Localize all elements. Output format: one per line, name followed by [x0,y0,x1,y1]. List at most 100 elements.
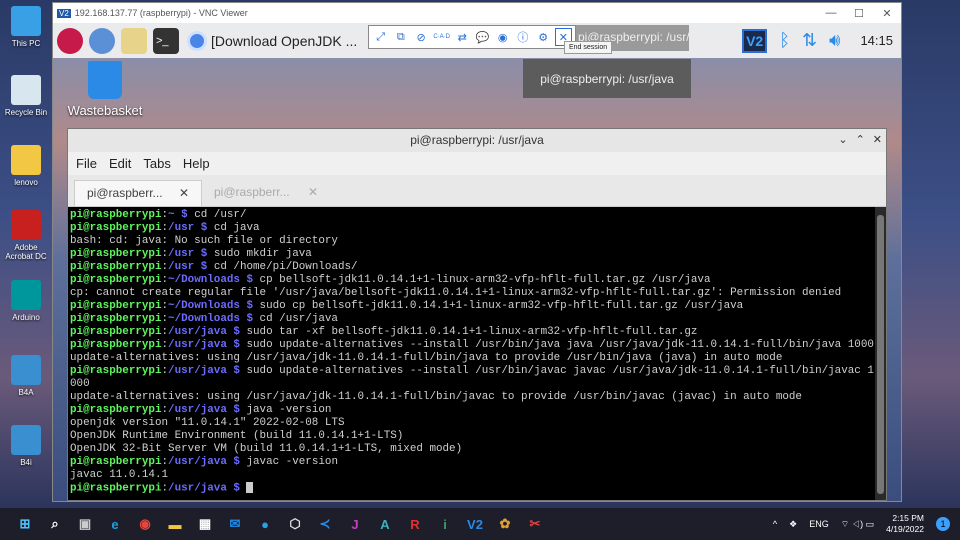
scrollbar-thumb[interactable] [877,215,884,494]
vnc-toolbar: ⤢ ⧉ ⊘ C·A·D ⇄ 💬 ◉ ⓘ ⚙ ✕ [368,25,576,49]
terminal-maximize-button[interactable]: ⌃ [856,129,865,152]
clock[interactable]: 2:15 PM 4/19/2022 [886,513,924,535]
terminal-launcher-icon[interactable]: >_ [153,27,179,54]
taskbar-chromium-window[interactable]: [Download OpenJDK ... [187,30,357,51]
taskbar-task-view-icon[interactable]: ▣ [72,511,98,537]
wastebasket-icon [88,61,122,99]
vnc-server-icon[interactable]: V2 [742,28,768,53]
terminal-line: pi@raspberrypi:/usr $ cd /home/pi/Downlo… [70,261,873,274]
taskbar-store-icon[interactable]: ▦ [192,511,218,537]
prompt-user: pi@raspberrypi [70,300,162,312]
prompt-dollar: $ [194,261,214,273]
taskbar-file-explorer-icon[interactable]: ▬ [162,511,188,537]
desktop-icon-label: Adobe Acrobat DC [5,243,47,261]
maximize-button[interactable]: ☐ [845,7,873,20]
desktop-icon[interactable]: Adobe Acrobat DC [0,210,52,261]
taskbar-search-icon[interactable]: ⌕ [42,511,68,537]
show-hidden-icons-button[interactable]: ^ [773,519,777,529]
volume-icon[interactable]: 🔊︎ [829,30,840,51]
terminal-scrollbar[interactable] [875,207,886,500]
network-volume-battery-icons[interactable]: ⌔ ◁) ▭ [841,519,874,530]
language-indicator[interactable]: ENG [809,519,829,529]
terminal-line: pi@raspberrypi:/usr/java $ sudo tar -xf … [70,326,873,339]
terminal-output[interactable]: pi@raspberrypi:~ $ cd /usr/pi@raspberryp… [68,207,875,500]
notification-badge[interactable]: 1 [936,517,950,531]
close-button[interactable]: ✕ [873,7,901,20]
chat-icon[interactable]: 💬 [474,28,491,46]
taskbar-start-icon[interactable]: ⊞ [12,511,38,537]
settings-icon[interactable]: ⚙ [535,28,552,46]
desktop-icon[interactable]: B4A [0,355,52,397]
fullscreen-icon[interactable]: ⤢ [372,28,389,46]
raspberry-menu-icon[interactable] [57,27,83,54]
desktop-icon[interactable]: B4i [0,425,52,467]
minimize-button[interactable]: — [817,7,845,20]
prompt-path: /usr/java [168,404,227,416]
terminal-line: openjdk version "11.0.14.1" 2022-02-08 L… [70,417,345,429]
cursor [246,482,254,493]
ctrl-alt-del-icon[interactable]: C·A·D [433,28,451,46]
taskbar-app-r-icon[interactable]: R [402,511,428,537]
system-tray: ^ ❖ ENG ⌔ ◁) ▭ 2:15 PM 4/19/2022 1 [773,513,960,535]
menu-edit[interactable]: Edit [109,156,131,171]
prompt-path: /usr/java [168,339,227,351]
terminal-tab-1[interactable]: pi@raspberr... ✕ [74,180,202,206]
prompt-path: /usr/java [168,365,227,377]
terminal-tab-2[interactable]: pi@raspberr... ✕ [202,180,330,206]
web-browser-icon[interactable] [89,27,115,54]
dropbox-icon[interactable]: ❖ [789,519,797,530]
terminal-line: pi@raspberrypi:/usr $ sudo mkdir java [70,248,873,261]
taskbar-app-j-icon[interactable]: J [342,511,368,537]
terminal-line: update-alternatives: using /usr/java/jdk… [70,391,802,403]
taskbar-chrome-icon[interactable]: ◉ [132,511,158,537]
prompt-user: pi@raspberrypi [70,482,162,495]
command: cd /usr/ [194,209,247,221]
taskbar-edge-icon[interactable]: e [102,511,128,537]
taskbar-paint-icon[interactable]: ✿ [492,511,518,537]
desktop-icon[interactable]: lenovo [0,145,52,187]
taskbar-app-cube-icon[interactable]: ⬡ [282,511,308,537]
taskbar-vscode-icon[interactable]: ≺ [312,511,338,537]
prompt-dollar: $ [226,365,247,377]
taskbar-app-blue-icon[interactable]: ● [252,511,278,537]
lenovo-icon [11,145,41,175]
prompt-user: pi@raspberrypi [70,248,162,260]
wastebasket-desktop-icon[interactable]: Wastebasket [65,61,145,118]
command: cd java [213,222,260,234]
file-manager-icon[interactable] [121,27,147,54]
mute-icon[interactable]: ⊘ [412,28,429,46]
bluetooth-icon[interactable]: ᛒ [779,30,790,51]
terminal-close-button[interactable]: ✕ [873,129,882,152]
tab-close-icon[interactable]: ✕ [179,186,189,201]
prompt-user: pi@raspberrypi [70,261,162,273]
menu-file[interactable]: File [76,156,97,171]
menu-tabs[interactable]: Tabs [143,156,170,171]
info-icon[interactable]: ⓘ [514,28,531,46]
command: sudo update-alternatives --install /usr/… [246,365,874,377]
desktop-icon[interactable]: This PC [0,6,52,48]
desktop-icon[interactable]: Arduino [0,280,52,322]
prompt-path: /usr [168,248,195,260]
pi-tray: V2 ᛒ ⇅ 🔊︎ 14:15 [742,23,893,58]
terminal-line: OpenJDK Runtime Environment (build 11.0.… [70,430,404,442]
vnc-viewer-window: V2 192.168.137.77 (raspberrypi) - VNC Vi… [52,2,902,502]
taskbar-snipping-icon[interactable]: ✂ [522,511,548,537]
taskbar-app-i-icon[interactable]: i [432,511,458,537]
prompt-user: pi@raspberrypi [70,339,162,351]
transfer-files-icon[interactable]: ⇄ [454,28,471,46]
prompt-user: pi@raspberrypi [70,365,162,377]
record-icon[interactable]: ◉ [494,28,511,46]
this-pc-icon [11,6,41,36]
taskbar-mail-icon[interactable]: ✉ [222,511,248,537]
tab-close-icon[interactable]: ✕ [308,185,318,201]
desktop-icon[interactable]: Recycle Bin [0,75,52,117]
prompt-dollar: $ [239,313,260,325]
desktop-icon-label: lenovo [14,178,38,187]
vnc-window-title: 192.168.137.77 (raspberrypi) - VNC Viewe… [74,8,248,18]
menu-help[interactable]: Help [183,156,210,171]
terminal-minimize-button[interactable]: ⌄ [838,129,847,152]
network-icon[interactable]: ⇅ [802,30,817,51]
taskbar-app-a-icon[interactable]: A [372,511,398,537]
taskbar-vnc-viewer-icon[interactable]: V2 [462,511,488,537]
scale-icon[interactable]: ⧉ [392,28,409,46]
